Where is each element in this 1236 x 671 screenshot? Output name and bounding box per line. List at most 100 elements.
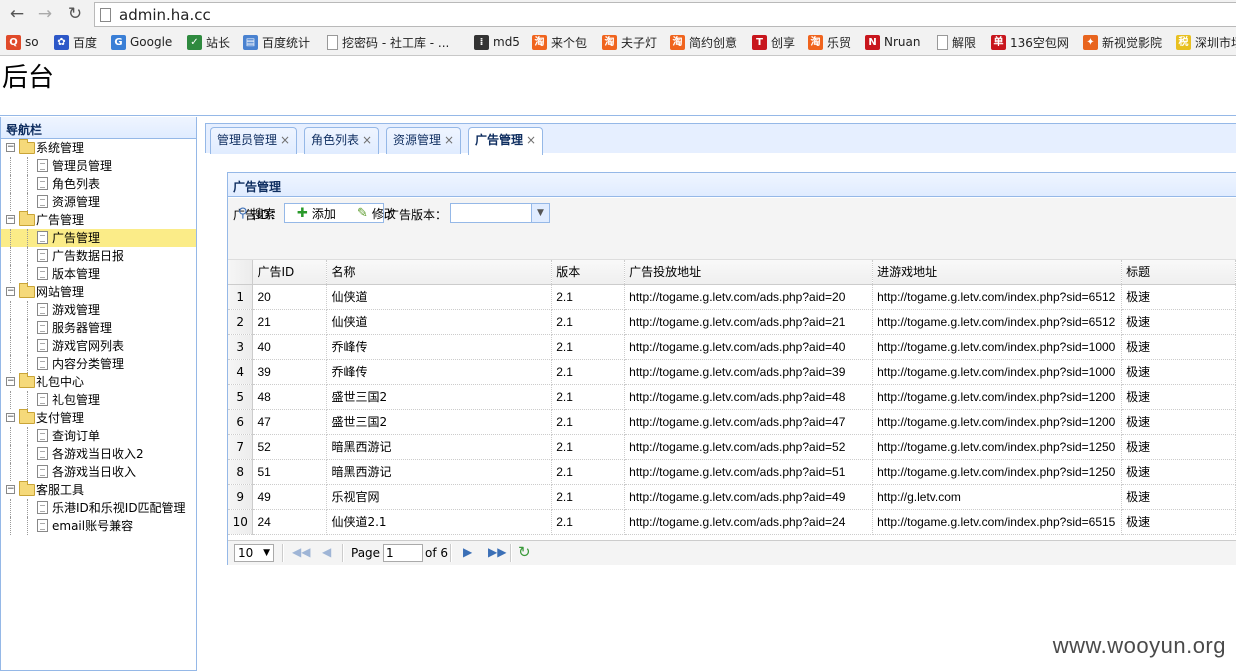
file-icon	[37, 321, 48, 334]
refresh-icon[interactable]: ↻	[518, 543, 531, 561]
table-row[interactable]: 9 49 乐视官网 2.1 http://togame.g.letv.com/ads.p…	[228, 484, 1236, 510]
bookmark-item[interactable]: G Google	[111, 33, 172, 51]
tab-item[interactable]: 管理员管理 ×	[210, 127, 298, 154]
tab-item[interactable]: 角色列表 ×	[304, 127, 380, 154]
first-page-icon[interactable]: ◀◀	[292, 545, 310, 559]
bookmark-item[interactable]: ✓ 站长	[187, 33, 230, 51]
bookmark-item[interactable]: ✿ 百度	[54, 33, 97, 51]
tree-item[interactable]: 各游戏当日收入	[1, 463, 196, 481]
row-number: 9	[228, 484, 254, 510]
close-icon[interactable]: ×	[362, 133, 372, 147]
table-cell: http://togame.g.letv.com/index.php?sid=6…	[872, 509, 1123, 535]
column-header[interactable]: 进游戏地址	[872, 260, 1123, 285]
tree-item[interactable]: 角色列表	[1, 175, 196, 193]
table-row[interactable]: 5 48 盛世三国2 2.1 http://togame.g.letv.com/ads.…	[228, 384, 1236, 410]
tree-item[interactable]: 服务器管理	[1, 319, 196, 337]
tree-group[interactable]: − 礼包中心	[1, 373, 196, 391]
bookmark-item[interactable]: ▤ 百度统计	[243, 33, 310, 51]
close-icon[interactable]: ×	[280, 133, 290, 147]
tree-item[interactable]: 查询订单	[1, 427, 196, 445]
next-page-icon[interactable]: ▶	[463, 545, 472, 559]
file-icon	[37, 447, 48, 460]
collapse-toggle-icon[interactable]: −	[6, 485, 15, 494]
bookmark-item[interactable]: 解限	[937, 33, 976, 51]
column-header[interactable]: 名称	[326, 260, 553, 285]
table-row[interactable]: 6 47 盛世三国2 2.1 http://togame.g.letv.com/ads.…	[228, 409, 1236, 435]
bookmark-item[interactable]: N Nruan	[865, 33, 920, 51]
bookmark-item[interactable]: 税深圳市场	[1176, 33, 1236, 51]
bookmark-item[interactable]: 淘乐贸	[808, 33, 851, 51]
address-bar[interactable]: admin.ha.cc	[94, 2, 1236, 27]
column-header[interactable]: 标题	[1121, 260, 1236, 285]
bookmark-item[interactable]: 挖密码 - 社工库 - ...	[327, 33, 449, 51]
collapse-toggle-icon[interactable]: −	[6, 215, 15, 224]
tab-label: 资源管理	[393, 133, 442, 147]
table-cell: 2.1	[551, 309, 626, 335]
collapse-toggle-icon[interactable]: −	[6, 143, 15, 152]
collapse-toggle-icon[interactable]: −	[6, 377, 15, 386]
table-row[interactable]: 8 51 暗黑西游记 2.1 http://togame.g.letv.com/ads.…	[228, 459, 1236, 485]
bookmark-item[interactable]: 淘简约创意	[670, 33, 737, 51]
tree-item[interactable]: 礼包管理	[1, 391, 196, 409]
tree-item[interactable]: 广告管理	[1, 229, 196, 247]
tree-item[interactable]: 内容分类管理	[1, 355, 196, 373]
search-button[interactable]: ⚲ 搜索	[238, 204, 276, 222]
table-row[interactable]: 3 40 乔峰传 2.1 http://togame.g.letv.com/ads.ph…	[228, 334, 1236, 360]
file-icon	[37, 393, 48, 406]
add-button[interactable]: ✚ 添加	[297, 204, 336, 222]
column-header[interactable]: 广告投放地址	[624, 260, 874, 285]
bookmark-item[interactable]: 淘夫子灯	[602, 33, 657, 51]
bookmark-item[interactable]: 淘来个包	[532, 33, 587, 51]
forward-arrow-icon[interactable]: →	[34, 4, 56, 24]
tree-group[interactable]: − 广告管理	[1, 211, 196, 229]
tree-item[interactable]: 广告数据日报	[1, 247, 196, 265]
prev-page-icon[interactable]: ◀	[322, 545, 331, 559]
table-cell: http://togame.g.letv.com/index.php?sid=1…	[872, 434, 1123, 460]
back-arrow-icon[interactable]: ←	[6, 4, 28, 24]
close-icon[interactable]: ×	[526, 133, 536, 147]
table-row[interactable]: 2 21 仙侠道 2.1 http://togame.g.letv.com/ads.ph…	[228, 309, 1236, 335]
tree-group[interactable]: − 支付管理	[1, 409, 196, 427]
bookmark-item[interactable]: ⁞ md5	[474, 33, 520, 51]
tree-group[interactable]: − 客服工具	[1, 481, 196, 499]
tree-item[interactable]: 游戏管理	[1, 301, 196, 319]
chevron-down-icon[interactable]: ▼	[531, 204, 549, 222]
ad-version-select[interactable]: ▼	[450, 203, 550, 223]
table-row[interactable]: 7 52 暗黑西游记 2.1 http://togame.g.letv.com/ads.…	[228, 434, 1236, 460]
tree-item[interactable]: 管理员管理	[1, 157, 196, 175]
bookmark-item[interactable]: Qso	[6, 33, 39, 51]
table-row[interactable]: 1 20 仙侠道 2.1 http://togame.g.letv.com/ads.ph…	[228, 284, 1236, 310]
column-header[interactable]: 版本	[551, 260, 626, 285]
tree-group[interactable]: − 系统管理	[1, 139, 196, 157]
tree-line	[27, 265, 28, 283]
collapse-left-icon[interactable]: «	[6, 121, 190, 135]
tree-item[interactable]: email账号兼容	[1, 517, 196, 535]
pagination-bar: 10 ▼ ◀◀ ◀ Page 1 of 6 ▶ ▶▶ ↻	[228, 540, 1236, 565]
edit-button[interactable]: ✎ 修改	[357, 204, 396, 222]
tree-item[interactable]: 资源管理	[1, 193, 196, 211]
row-number: 3	[228, 334, 254, 360]
tree-item[interactable]: 版本管理	[1, 265, 196, 283]
tab-item[interactable]: 广告管理 ×	[468, 127, 544, 155]
table-cell: 盛世三国2	[326, 384, 553, 410]
tab-item[interactable]: 资源管理 ×	[386, 127, 462, 154]
reload-icon[interactable]: ↻	[64, 4, 86, 24]
tree-item[interactable]: 乐港ID和乐视ID匹配管理	[1, 499, 196, 517]
bookmark-item[interactable]: T 创享	[752, 33, 795, 51]
tree-item[interactable]: 游戏官网列表	[1, 337, 196, 355]
table-row[interactable]: 10 24 仙侠道2.1 2.1 http://togame.g.letv.com/ad…	[228, 509, 1236, 535]
column-header[interactable]: 广告ID	[252, 260, 328, 285]
tree-item-label: 游戏官网列表	[52, 339, 125, 353]
table-row[interactable]: 4 39 乔峰传 2.1 http://togame.g.letv.com/ads.ph…	[228, 359, 1236, 385]
address-bar-url[interactable]: admin.ha.cc	[119, 6, 211, 24]
close-icon[interactable]: ×	[444, 133, 454, 147]
page-number-input[interactable]: 1	[383, 544, 423, 562]
tree-group[interactable]: − 网站管理	[1, 283, 196, 301]
page-size-select[interactable]: 10 ▼	[234, 544, 274, 562]
tree-item[interactable]: 各游戏当日收入2	[1, 445, 196, 463]
collapse-toggle-icon[interactable]: −	[6, 413, 15, 422]
collapse-toggle-icon[interactable]: −	[6, 287, 15, 296]
bookmark-item[interactable]: ✦ 新视觉影院	[1083, 33, 1162, 51]
last-page-icon[interactable]: ▶▶	[488, 545, 506, 559]
bookmark-item[interactable]: 单 136空包网	[991, 33, 1069, 51]
